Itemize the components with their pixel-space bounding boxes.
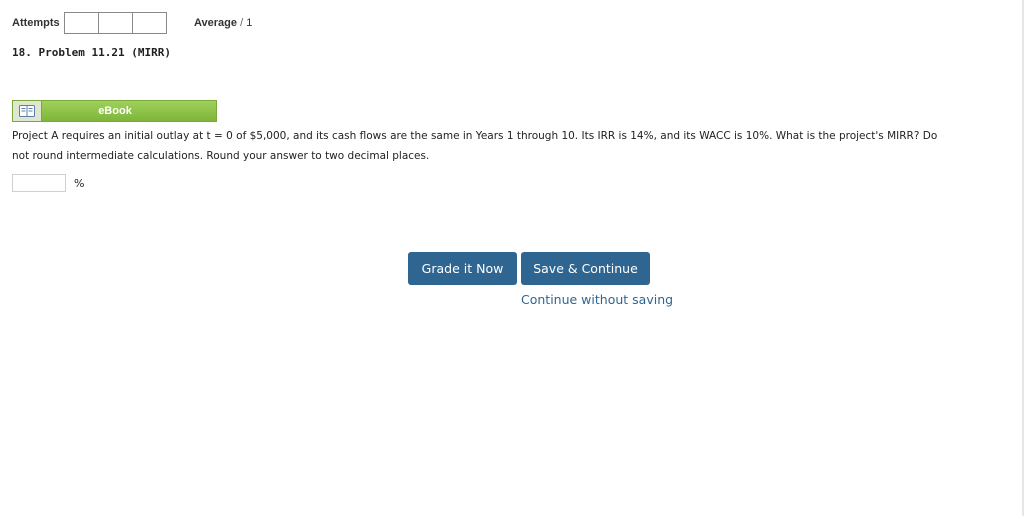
answer-input[interactable] [12, 174, 66, 192]
continue-without-saving-link[interactable]: Continue without saving [521, 292, 673, 307]
attempt-box-2 [98, 13, 133, 33]
question-line-2: not round intermediate calculations. Rou… [12, 150, 430, 162]
save-and-continue-button[interactable]: Save & Continue [521, 252, 650, 285]
answer-unit: % [74, 176, 85, 190]
page: Attempts Average / 1 18. Problem 11.21 (… [0, 0, 1024, 516]
average-max: 1 [246, 17, 253, 29]
question-line-1: Project A requires an initial outlay at … [12, 130, 938, 142]
grade-it-now-button[interactable]: Grade it Now [408, 252, 517, 285]
average-label: Average [194, 17, 238, 29]
ebook-button[interactable]: eBook [42, 101, 216, 121]
answer-row: % [12, 174, 84, 192]
ebook-bar[interactable]: eBook [12, 100, 217, 122]
question-text: Project A requires an initial outlay at … [12, 126, 1002, 166]
average-score: Average / 1 [194, 17, 252, 29]
attempt-box-1 [64, 13, 99, 33]
attempts-row: Attempts [12, 12, 167, 34]
attempt-box-3 [132, 13, 166, 33]
average-separator: / [240, 17, 244, 29]
problem-title: 18. Problem 11.21 (MIRR) [12, 46, 171, 59]
attempts-label: Attempts [12, 17, 60, 29]
attempt-boxes [63, 12, 167, 34]
book-icon[interactable] [13, 101, 42, 121]
